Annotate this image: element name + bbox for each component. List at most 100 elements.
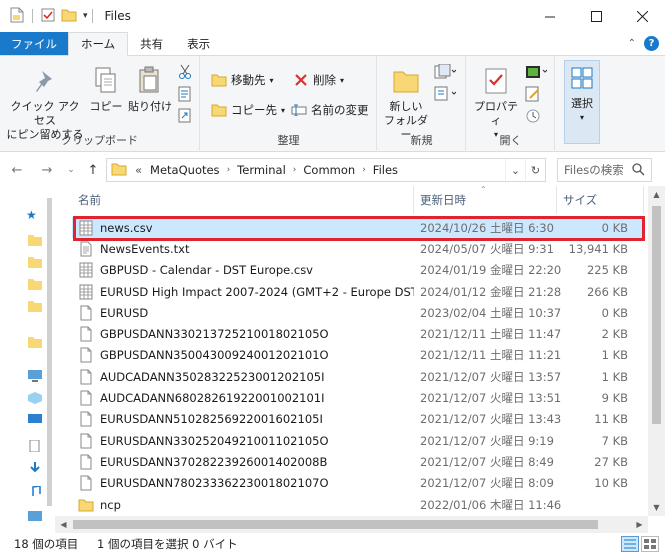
music-icon[interactable] [28,485,42,498]
back-button[interactable]: ← [8,161,26,179]
file-list-vertical-scrollbar[interactable]: ▲ ▼ [648,186,665,516]
documents-icon[interactable] [28,439,42,453]
forward-button[interactable]: → [38,161,56,179]
breadcrumb-separator-icon[interactable]: › [291,165,299,175]
file-row[interactable]: EURUSD High Impact 2007-2024 (GMT+2 - Eu… [72,281,644,302]
file-row[interactable]: NewsEvents.txt 2024/05/07 火曜日 9:31 13,941 … [72,238,644,259]
breadcrumb-files[interactable]: Files [368,163,403,177]
scroll-up-arrow-icon[interactable]: ▲ [648,186,665,203]
address-bar[interactable]: « MetaQuotes › Terminal › Common › Files… [106,158,546,182]
pin-quick-access-button[interactable]: クイック アクセス にピン留めする [6,64,84,142]
new-group-label: 新規 [410,134,433,147]
horizontal-scroll-thumb[interactable] [73,520,598,529]
nav-folder-icon[interactable] [28,278,42,290]
nav-folder-icon[interactable] [28,336,42,348]
move-to-button[interactable]: 移動先 ▾ [211,72,274,88]
new-folder-label-line1: 新しい [389,100,423,113]
maximize-button[interactable] [573,0,619,32]
quick-access-star-icon[interactable]: ★ [26,208,37,222]
file-row[interactable]: GBPUSDANN33021372521001802105O 2021/12/11… [72,323,644,344]
file-row[interactable]: ncp 2022/01/06 木曜日 11:46 [72,494,644,515]
paste-shortcut-icon[interactable] [178,107,192,126]
open-icon[interactable] [525,64,548,83]
tab-share[interactable]: 共有 [128,32,175,55]
breadcrumb-common[interactable]: Common [298,163,360,177]
large-icons-view-button[interactable] [641,536,659,552]
new-folder-icon[interactable] [61,8,77,25]
minimize-button[interactable] [527,0,573,32]
recent-locations-button[interactable]: ⌄ [62,161,80,179]
details-view-button[interactable] [621,536,639,552]
delete-button[interactable]: 削除 ▾ [293,72,344,88]
column-name[interactable]: 名前 [72,186,414,214]
file-date: 2022/01/06 木曜日 11:46 [420,497,562,512]
edit-icon[interactable] [525,86,541,105]
cut-icon[interactable] [178,64,192,83]
copy-to-button[interactable]: コピー先 ▾ [211,102,285,118]
file-date: 2021/12/07 火曜日 9:19 [420,433,554,448]
column-size[interactable]: サイズ [557,186,644,214]
breadcrumb-separator-icon[interactable]: › [360,165,368,175]
nav-folder-icon[interactable] [28,300,42,312]
column-date-label: 更新日時 [420,193,466,207]
new-folder-button[interactable]: 新しい フォルダー [382,64,430,142]
tab-home[interactable]: ホーム [68,32,129,56]
breadcrumb-separator-icon[interactable]: › [225,165,233,175]
breadcrumb-terminal[interactable]: Terminal [232,163,291,177]
file-row[interactable]: EURUSDANN33025204921001102105O 2021/12/07… [72,430,644,451]
file-name-cell: NewsEvents.txt [72,241,414,257]
new-item-icon[interactable] [434,63,457,83]
tab-file[interactable]: ファイル [0,32,68,55]
nav-folder-icon[interactable] [28,234,42,246]
open-group: プロパティ ▾ 開く [467,56,555,152]
file-row[interactable]: AUDCADANN68028261922001002101I 2021/12/07… [72,387,644,408]
help-icon[interactable]: ? [644,36,659,51]
select-button[interactable]: 選択 ▾ [564,60,600,144]
file-icon [78,390,100,406]
new-folder-large-icon [390,64,422,98]
window-title: Files [104,9,131,23]
nav-folder-icon[interactable] [28,256,42,268]
copy-to-dropdown-icon: ▾ [281,105,286,115]
scroll-left-arrow-icon[interactable]: ◀ [55,516,72,533]
file-row[interactable]: AUDCADANN35028322523001202105I 2021/12/07… [72,366,644,387]
move-dropdown-icon: ▾ [269,75,274,85]
column-date-modified[interactable]: ⌃ 更新日時 [414,186,557,214]
navigation-pane-scrollbar[interactable] [41,186,53,528]
tab-view[interactable]: 表示 [175,32,222,55]
file-row[interactable]: EURUSDANN51028256922001602105I 2021/12/07… [72,409,644,430]
close-button[interactable] [619,0,665,32]
file-row[interactable]: EURUSDANN37028223926001402008B 2021/12/07… [72,451,644,472]
file-row[interactable]: EURUSDANN78023336223001802107O 2021/12/07… [72,473,644,494]
this-pc-icon[interactable] [28,370,42,382]
vertical-scroll-thumb[interactable] [652,206,661,424]
easy-access-icon[interactable] [434,86,457,105]
customize-dropdown-icon[interactable]: ▾ [83,11,88,21]
desktop-icon[interactable] [28,414,42,426]
downloads-icon[interactable] [28,462,42,474]
file-name-cell: GBPUSDANN35004300924001202101O [72,347,414,363]
file-row[interactable]: GBPUSD - Calendar - DST Europe.csv 2024/0… [72,260,644,281]
breadcrumb-metaquotes[interactable]: MetaQuotes [145,163,225,177]
3d-objects-icon[interactable] [28,392,42,404]
properties-button[interactable]: プロパティ ▾ [469,64,523,142]
scroll-right-arrow-icon[interactable]: ▶ [631,516,648,533]
paste-button[interactable]: 貼り付け [128,64,172,114]
breadcrumb-overflow[interactable]: « [127,163,145,177]
collapse-ribbon-icon[interactable]: ⌃ [628,38,636,49]
address-history-dropdown-icon[interactable]: ⌄ [505,159,525,181]
file-row[interactable]: EURUSD 2023/02/04 土曜日 10:37 0 KB [72,302,644,323]
copy-button[interactable]: コピー [88,64,124,114]
file-name-cell: EURUSDANN51028256922001602105I [72,411,414,427]
history-icon[interactable] [525,108,541,127]
refresh-icon[interactable]: ↻ [525,159,545,181]
scroll-down-arrow-icon[interactable]: ▼ [648,499,665,516]
file-list-horizontal-scrollbar[interactable]: ◀ ▶ [55,516,648,533]
properties-check-icon[interactable] [41,8,55,25]
up-button[interactable]: ↑ [84,161,102,179]
rename-button[interactable]: 名前の変更 [291,102,369,118]
copy-path-icon[interactable] [178,86,192,105]
file-row[interactable]: GBPUSDANN35004300924001202101O 2021/12/11… [72,345,644,366]
search-input[interactable]: Filesの検索 [557,158,652,182]
pictures-icon[interactable] [28,510,42,522]
